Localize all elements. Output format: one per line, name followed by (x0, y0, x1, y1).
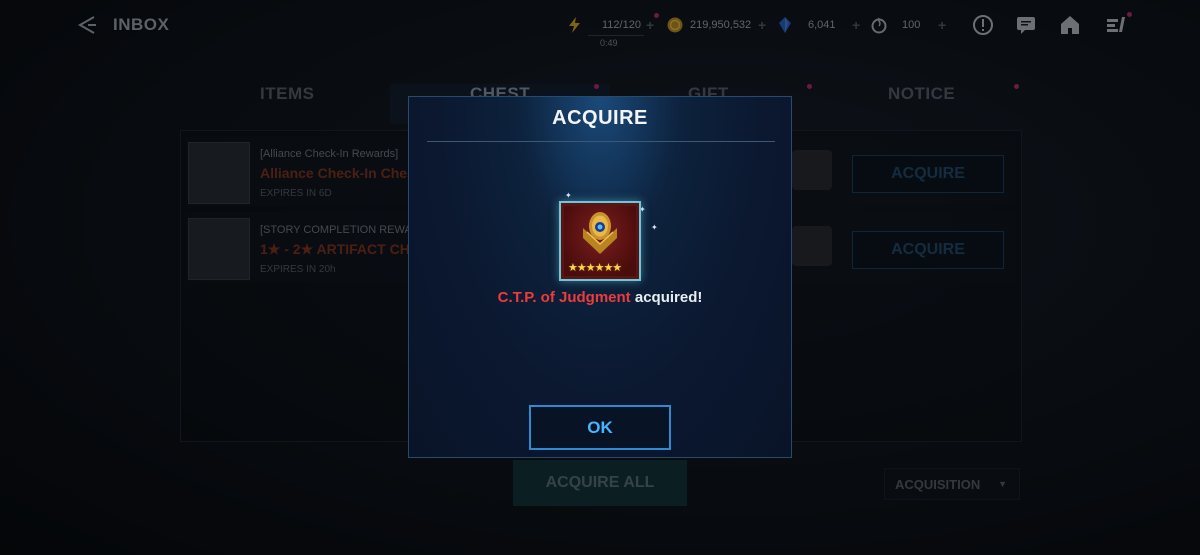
acquire-dialog: ACQUIRE ✦ ✦ ✦ ★★★★★★ C.T.P. of Judgment … (408, 96, 792, 458)
acquired-message: C.T.P. of Judgment acquired! (409, 289, 791, 306)
star-rating: ★★★★★★ (568, 262, 622, 274)
ctp-emblem-icon (583, 212, 617, 254)
sparkle-icon: ✦ (651, 223, 658, 232)
item-background: ★★★★★★ (564, 206, 636, 276)
acquired-suffix: acquired! (630, 289, 703, 306)
reward-item: ★★★★★★ (559, 201, 641, 281)
sparkle-icon: ✦ (565, 191, 572, 200)
ok-button[interactable]: OK (529, 405, 671, 450)
acquired-item-name: C.T.P. of Judgment (497, 289, 631, 306)
dialog-title: ACQUIRE (552, 107, 648, 129)
divider (427, 141, 775, 142)
